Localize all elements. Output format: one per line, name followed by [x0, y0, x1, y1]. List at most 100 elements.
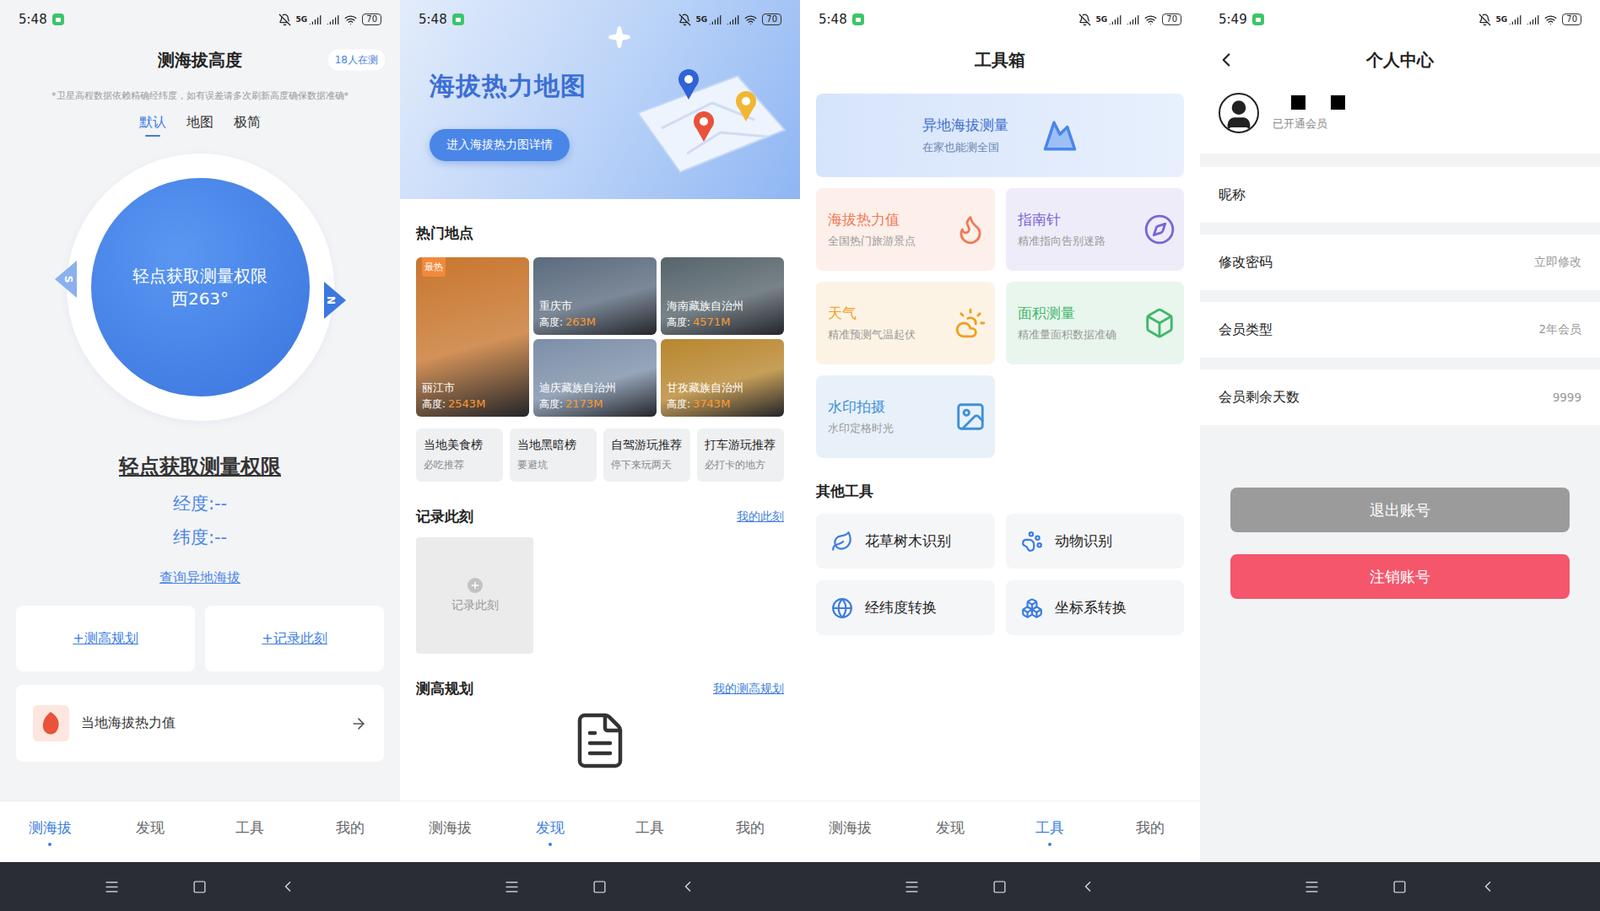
row-label: 修改密码: [1218, 254, 1273, 272]
back-icon[interactable]: [279, 878, 297, 896]
height-value: 263M: [565, 315, 596, 329]
sparkle-icon: [607, 25, 632, 49]
network-type: 5G: [1496, 15, 1509, 24]
battery-level: 70: [762, 13, 782, 26]
row-label: 昵称: [1218, 186, 1246, 205]
featured-tool[interactable]: 异地海拔测量在家也能测全国: [816, 93, 1184, 178]
danger-button[interactable]: 注销账号: [1230, 554, 1570, 600]
place-tile[interactable]: 最热丽江市高度:2543M: [416, 257, 530, 417]
online-badge: 18人在测: [328, 49, 385, 71]
compass-dial[interactable]: 轻点获取测量权限西263°: [91, 178, 310, 397]
mode-tab[interactable]: 极简: [233, 113, 261, 136]
notification-icon: [52, 13, 65, 26]
height-value: 2543M: [448, 397, 486, 411]
clock: 5:48: [818, 11, 848, 28]
action-card[interactable]: +测高规划: [16, 605, 195, 672]
header: 工具箱: [800, 38, 1200, 82]
section-title: 测高规划: [416, 679, 474, 699]
other-tool[interactable]: 花草树木识别: [816, 513, 995, 569]
section-title: 记录此刻: [416, 507, 474, 527]
place-height: 高度:4571M: [666, 315, 779, 330]
settings-row[interactable]: 昵称: [1200, 167, 1600, 223]
back-icon[interactable]: [679, 878, 697, 896]
tool-card[interactable]: 面积测量精准量面积数据准确: [1005, 281, 1185, 365]
tool-card[interactable]: 指南针精准指向告别迷路: [1005, 188, 1185, 271]
chip-row: 当地美食榜必吃推荐当地黑暗榜要避坑自驾游玩推荐停下来玩两天打车游玩推荐必打卡的地…: [416, 428, 784, 482]
ranking-chip[interactable]: 自驾游玩推荐停下来玩两天: [603, 428, 691, 482]
secondary-button[interactable]: 退出账号: [1230, 487, 1570, 533]
tool-title: 海拔热力值: [827, 210, 916, 230]
nav-item[interactable]: 工具: [600, 801, 701, 863]
map-illustration-icon: [619, 52, 789, 179]
home-icon[interactable]: [1392, 880, 1407, 895]
place-tile[interactable]: 甘孜藏族自治州高度:3743M: [660, 339, 784, 417]
nav-item[interactable]: 测海拔: [800, 801, 901, 863]
ranking-chip[interactable]: 当地黑暗榜要避坑: [509, 428, 597, 482]
tool-card[interactable]: 天气精准预测气温起伏: [816, 281, 995, 365]
home-icon[interactable]: [992, 880, 1007, 895]
back-icon[interactable]: [1079, 878, 1097, 896]
nav-item[interactable]: 工具: [1000, 801, 1101, 863]
menu-icon[interactable]: [1303, 879, 1320, 896]
nav-item[interactable]: 工具: [200, 801, 301, 863]
action-card[interactable]: +记录此刻: [205, 605, 384, 672]
home-icon[interactable]: [592, 880, 607, 895]
nav-item[interactable]: 我的: [1100, 801, 1201, 863]
status-right: 5G70: [1478, 13, 1582, 27]
mute-icon: [1078, 13, 1092, 27]
ranking-chip[interactable]: 打车游玩推荐必打卡的地方: [697, 428, 784, 482]
menu-icon[interactable]: [903, 879, 920, 896]
notification-icon: [852, 13, 865, 26]
mode-tab[interactable]: 默认: [139, 113, 167, 136]
other-tool-label: 坐标系转换: [1054, 598, 1127, 618]
ranking-chip[interactable]: 当地美食榜必吃推荐: [416, 428, 503, 482]
nav-item[interactable]: 发现: [500, 801, 601, 863]
other-tool-label: 动物识别: [1054, 531, 1113, 552]
settings-row[interactable]: 会员剩余天数9999: [1200, 369, 1600, 426]
other-tool[interactable]: 经纬度转换: [816, 580, 995, 636]
menu-icon[interactable]: [103, 879, 120, 896]
permission-link[interactable]: 轻点获取测量权限: [0, 453, 400, 481]
chip-subtitle: 必吃推荐: [423, 458, 500, 473]
settings-row[interactable]: 会员类型2年会员: [1200, 302, 1600, 358]
sparkle-wrap: [607, 25, 632, 53]
nav-item[interactable]: 我的: [700, 801, 801, 863]
nav-label: 发现: [535, 818, 565, 838]
mode-tabs: 默认地图极简: [0, 113, 400, 136]
place-tile[interactable]: 重庆市高度:263M: [533, 257, 657, 336]
plans-link[interactable]: 我的测高规划: [713, 681, 784, 698]
menu-icon[interactable]: [503, 879, 520, 896]
settings-row[interactable]: 修改密码立即修改: [1200, 234, 1600, 291]
nav-item[interactable]: 我的: [300, 801, 401, 863]
featured-title: 异地海拔测量: [922, 115, 1009, 136]
south-label: S: [63, 275, 76, 283]
nav-item[interactable]: 测海拔: [400, 801, 501, 863]
moments-link[interactable]: 我的此刻: [736, 509, 784, 525]
place-name: 迪庆藏族自治州: [539, 380, 651, 396]
back-button[interactable]: [1215, 48, 1238, 71]
place-name: 海南藏族自治州: [666, 298, 779, 314]
other-tool[interactable]: 坐标系转换: [1005, 580, 1185, 636]
place-tile[interactable]: 迪庆藏族自治州高度:2173M: [533, 339, 657, 417]
back-icon[interactable]: [1479, 878, 1497, 896]
nav-item[interactable]: 发现: [900, 801, 1001, 863]
signal-icon: [708, 13, 722, 27]
banner-button[interactable]: 进入海拔热力图详情: [429, 129, 570, 162]
network-type: 5G: [696, 15, 709, 24]
plus-icon: [467, 578, 483, 594]
place-tile[interactable]: 海南藏族自治州高度:4571M: [660, 257, 784, 336]
nav-label: 测海拔: [828, 818, 872, 838]
other-tool[interactable]: 动物识别: [1005, 513, 1185, 569]
add-moment-button[interactable]: 记录此刻: [416, 537, 534, 655]
avatar[interactable]: [1218, 92, 1260, 134]
signal-icon: [726, 13, 740, 27]
heat-card[interactable]: 当地海拔热力值: [16, 685, 384, 763]
nav-item[interactable]: 测海拔: [0, 801, 101, 863]
home-icon[interactable]: [192, 880, 207, 895]
remote-altitude-link[interactable]: 查询异地海拔: [0, 569, 400, 588]
tool-card[interactable]: 海拔热力值全国热门旅游景点: [816, 188, 995, 271]
nav-label: 发现: [135, 818, 165, 838]
mode-tab[interactable]: 地图: [186, 113, 214, 136]
tool-card[interactable]: 水印拍摄水印定格时光: [816, 375, 995, 459]
nav-item[interactable]: 发现: [100, 801, 201, 863]
